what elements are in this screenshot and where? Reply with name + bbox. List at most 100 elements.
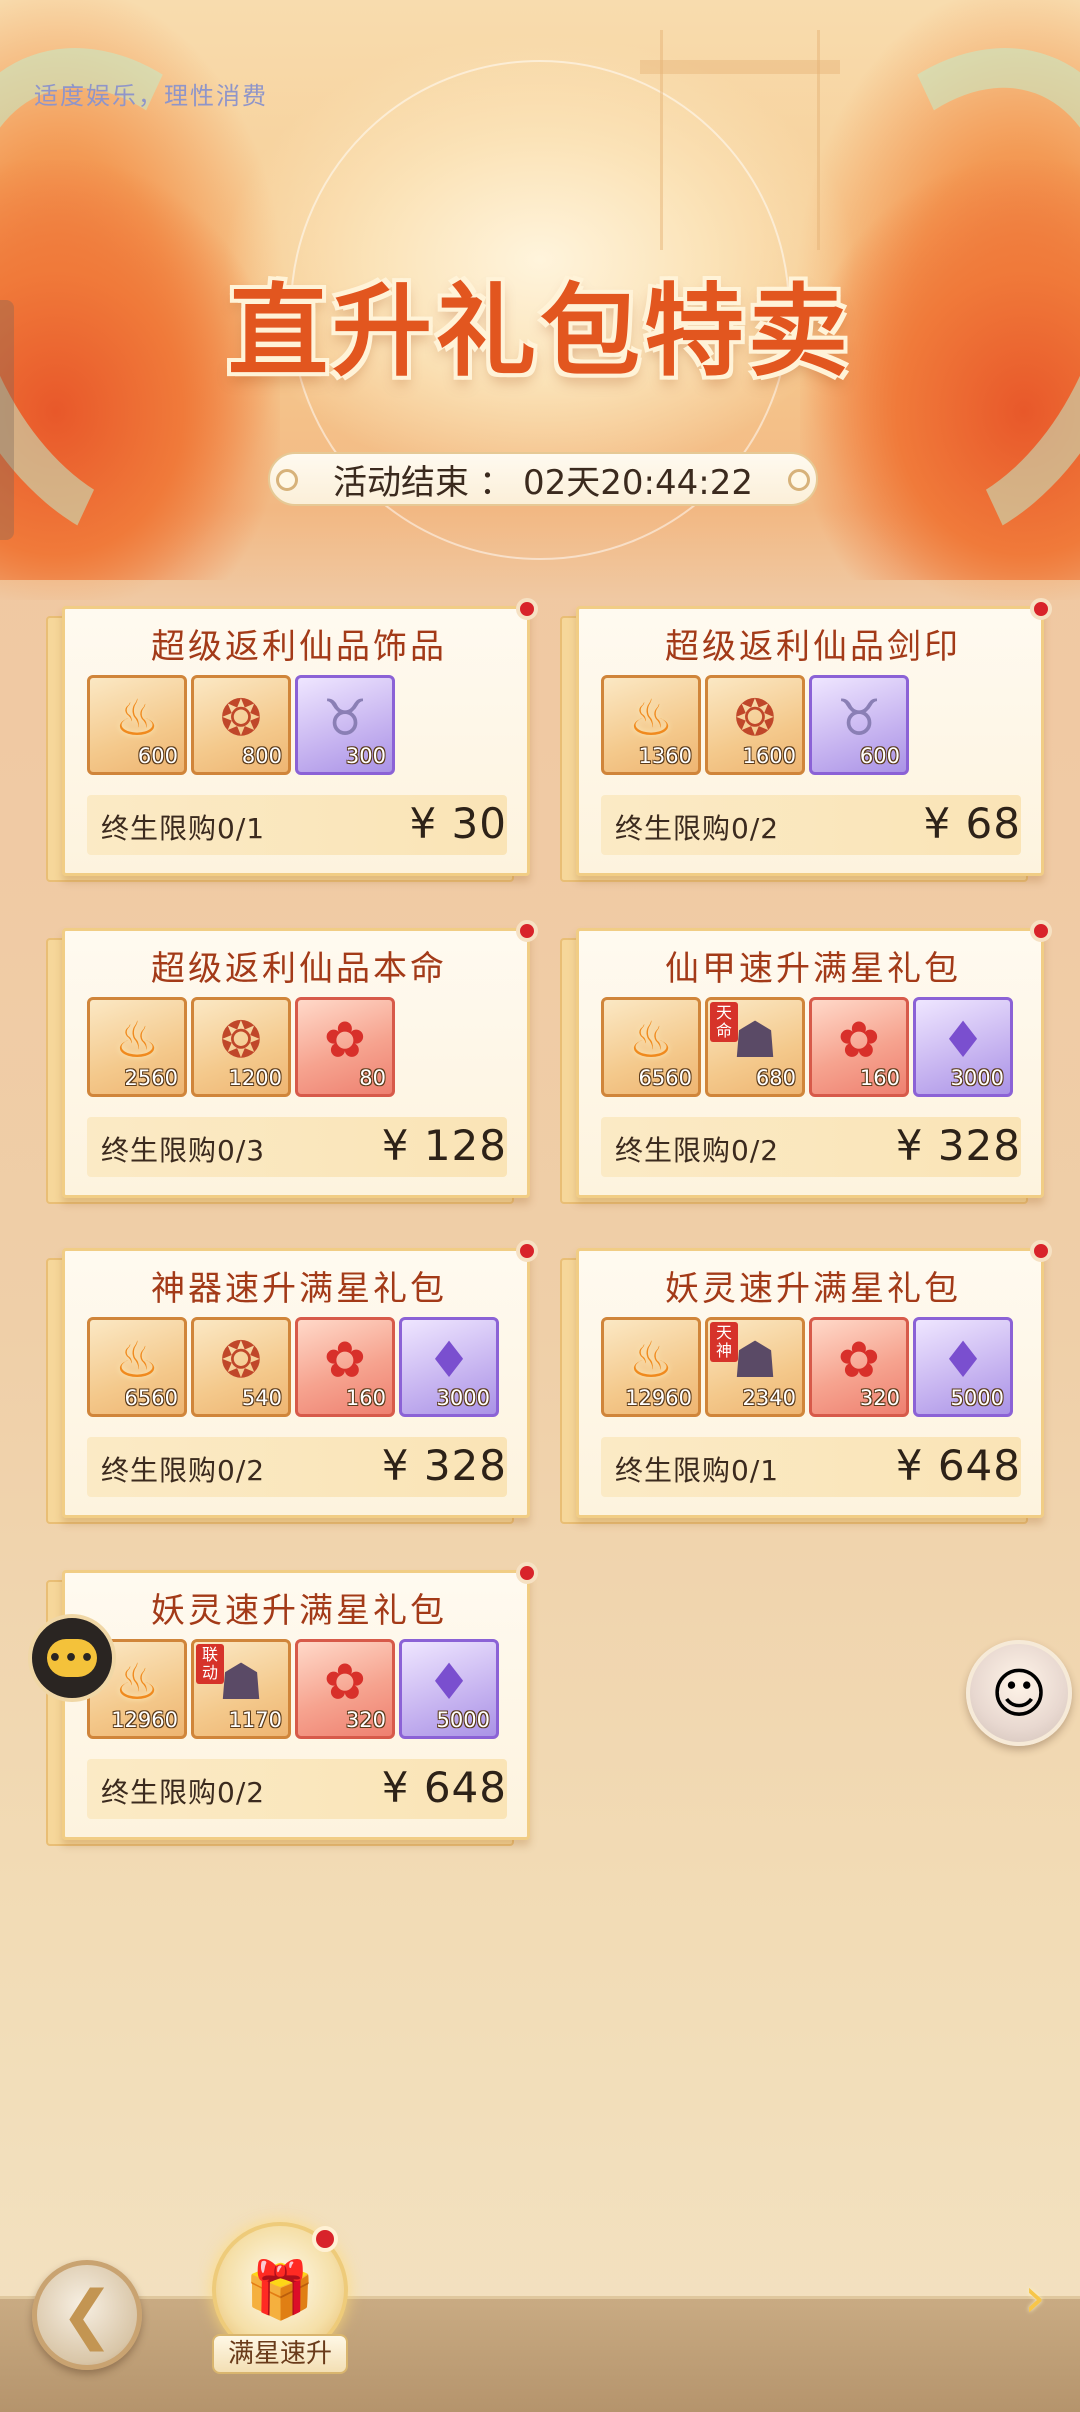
reward-items: ♨ 12960 ☗ 天神 2340 ✿ 320 ♦ 5000 <box>601 1317 1013 1421</box>
reward-items: ♨ 1360 ❂ 1600 ♉ 600 <box>601 675 909 779</box>
gift-pack-title: 超级返利仙品饰品 <box>151 627 447 667</box>
pavilion-decoration <box>660 30 820 250</box>
buy-price-button[interactable]: ¥ 68 <box>923 799 1021 848</box>
reward-item[interactable]: ♦ 5000 <box>399 1639 499 1739</box>
back-button[interactable]: ❮ <box>32 2260 142 2370</box>
chat-icon: ••• <box>47 1639 97 1677</box>
reward-item[interactable]: ♉ 300 <box>295 675 395 775</box>
reward-item[interactable]: ❂ 540 <box>191 1317 291 1417</box>
reward-count: 160 <box>345 1386 386 1410</box>
gift-pack-card[interactable]: 妖灵速升满星礼包 ♨ 12960 ☗ 联动 1170 ✿ 320 ♦ 5000 终生限购0/2 ¥ 6… <box>46 1562 538 1846</box>
avatar-icon: ☺ <box>990 1661 1048 1725</box>
ornament-icon: ❂ <box>220 1011 262 1069</box>
card-footer: 终生限购0/2 ¥ 328 <box>601 1117 1021 1177</box>
reward-item[interactable]: ☗ 天神 2340 <box>705 1317 805 1417</box>
crystal-icon: ♦ <box>426 1331 472 1389</box>
reward-count: 3000 <box>950 1066 1004 1090</box>
buy-price-button[interactable]: ¥ 328 <box>382 1441 507 1490</box>
buy-price-button[interactable]: ¥ 328 <box>896 1121 1021 1170</box>
countdown-separator: ： <box>479 462 514 503</box>
reward-count: 2340 <box>742 1386 796 1410</box>
gift-pack-card[interactable]: 神器速升满星礼包 ♨ 6560 ❂ 540 ✿ 160 ♦ 3000 终生限购0/2 ¥ 328 <box>46 1240 538 1524</box>
gift-pack-card[interactable]: 超级返利仙品饰品 ♨ 600 ❂ 800 ♉ 300 终生限购0/1 ¥ 30 <box>46 598 538 882</box>
reward-item[interactable]: ☗ 联动 1170 <box>191 1639 291 1739</box>
reward-item[interactable]: ♦ 3000 <box>399 1317 499 1417</box>
notification-dot <box>1030 598 1052 620</box>
reward-item[interactable]: ✿ 160 <box>295 1317 395 1417</box>
chat-button[interactable]: ••• <box>28 1614 116 1702</box>
reward-item[interactable]: ☗ 天命 680 <box>705 997 805 1097</box>
reward-item[interactable]: ♨ 600 <box>87 675 187 775</box>
gift-pack-card[interactable]: 超级返利仙品本命 ♨ 2560 ❂ 1200 ✿ 80 终生限购0/3 ¥ 128 <box>46 920 538 1204</box>
reward-item[interactable]: ♦ 3000 <box>913 997 1013 1097</box>
reward-count: 680 <box>755 1066 796 1090</box>
reward-item[interactable]: ❂ 1200 <box>191 997 291 1097</box>
reward-item[interactable]: ❂ 800 <box>191 675 291 775</box>
ox-icon: ♉ <box>836 689 882 747</box>
reward-item[interactable]: ♨ 6560 <box>87 1317 187 1417</box>
flame-icon: ♨ <box>114 1011 160 1069</box>
reward-count: 1170 <box>228 1708 282 1732</box>
reward-count: 80 <box>359 1066 386 1090</box>
buy-price-button[interactable]: ¥ 30 <box>409 799 507 848</box>
purchase-limit: 终生限购0/2 <box>615 812 780 845</box>
reward-item[interactable]: ✿ 160 <box>809 997 909 1097</box>
bottom-bar <box>0 2296 1080 2412</box>
purchase-limit: 终生限购0/1 <box>615 1454 780 1487</box>
notification-dot <box>516 598 538 620</box>
reward-count: 600 <box>137 744 178 768</box>
avatar-button[interactable]: ☺ <box>966 1640 1072 1746</box>
reward-count: 12960 <box>625 1386 692 1410</box>
card-paper: 仙甲速升满星礼包 ♨ 6560 ☗ 天命 680 ✿ 160 ♦ 3000 终生限购0/2 ¥ 328 <box>576 928 1044 1198</box>
side-edge-handle[interactable] <box>0 300 14 540</box>
reward-count: 12960 <box>111 1708 178 1732</box>
reward-item[interactable]: ♨ 1360 <box>601 675 701 775</box>
countdown-label: 活动结束 <box>333 462 470 503</box>
ornament-icon: ❂ <box>220 1331 262 1389</box>
reward-count: 3000 <box>436 1386 490 1410</box>
reward-item[interactable]: ✿ 320 <box>809 1317 909 1417</box>
chat-icon-dots: ••• <box>47 1645 97 1671</box>
reward-count: 600 <box>859 744 900 768</box>
gift-pack-card[interactable]: 仙甲速升满星礼包 ♨ 6560 ☗ 天命 680 ✿ 160 ♦ 3000 终生限购0/2 ¥ 328 <box>560 920 1052 1204</box>
gift-pack-card[interactable]: 妖灵速升满星礼包 ♨ 12960 ☗ 天神 2340 ✿ 320 ♦ 5000 终生限购0/1 ¥ 6… <box>560 1240 1052 1524</box>
rose-icon: ✿ <box>324 1331 366 1389</box>
play-responsibly-notice: 适度娱乐，理性消费 <box>34 82 268 110</box>
reward-count: 2560 <box>124 1066 178 1090</box>
reward-count: 320 <box>345 1708 386 1732</box>
card-footer: 终生限购0/3 ¥ 128 <box>87 1117 507 1177</box>
upgrade-tab-icon: 🎁 <box>245 2258 315 2323</box>
next-arrow-icon[interactable]: › <box>1024 2268 1064 2328</box>
back-arrow-icon: ❮ <box>60 2278 114 2352</box>
reward-count: 6560 <box>638 1066 692 1090</box>
reward-item[interactable]: ♦ 5000 <box>913 1317 1013 1417</box>
gift-pack-card[interactable]: 超级返利仙品剑印 ♨ 1360 ❂ 1600 ♉ 600 终生限购0/2 ¥ 68 <box>560 598 1052 882</box>
purchase-limit: 终生限购0/1 <box>101 812 266 845</box>
buy-price-button[interactable]: ¥ 648 <box>382 1763 507 1812</box>
reward-item[interactable]: ♉ 600 <box>809 675 909 775</box>
reward-item[interactable]: ✿ 80 <box>295 997 395 1097</box>
tab-full-star-upgrade-label[interactable]: 满星速升 <box>212 2334 348 2374</box>
reward-count: 1360 <box>638 744 692 768</box>
reward-items: ♨ 6560 ☗ 天命 680 ✿ 160 ♦ 3000 <box>601 997 1013 1101</box>
reward-item[interactable]: ♨ 12960 <box>601 1317 701 1417</box>
reward-count: 300 <box>345 744 386 768</box>
reward-item[interactable]: ♨ 2560 <box>87 997 187 1097</box>
card-footer: 终生限购0/1 ¥ 648 <box>601 1437 1021 1497</box>
reward-items: ♨ 600 ❂ 800 ♉ 300 <box>87 675 395 779</box>
gift-pack-title: 妖灵速升满星礼包 <box>151 1591 447 1631</box>
rose-icon: ✿ <box>838 1331 880 1389</box>
reward-count: 5000 <box>436 1708 490 1732</box>
reward-count: 320 <box>859 1386 900 1410</box>
flame-icon: ♨ <box>114 1331 160 1389</box>
ornament-icon: ❂ <box>220 689 262 747</box>
reward-item[interactable]: ❂ 1600 <box>705 675 805 775</box>
reward-count: 800 <box>241 744 282 768</box>
reward-item[interactable]: ♨ 6560 <box>601 997 701 1097</box>
buy-price-button[interactable]: ¥ 648 <box>896 1441 1021 1490</box>
card-footer: 终生限购0/1 ¥ 30 <box>87 795 507 855</box>
rose-icon: ✿ <box>838 1011 880 1069</box>
notification-dot <box>516 1562 538 1584</box>
reward-item[interactable]: ✿ 320 <box>295 1639 395 1739</box>
buy-price-button[interactable]: ¥ 128 <box>382 1121 507 1170</box>
